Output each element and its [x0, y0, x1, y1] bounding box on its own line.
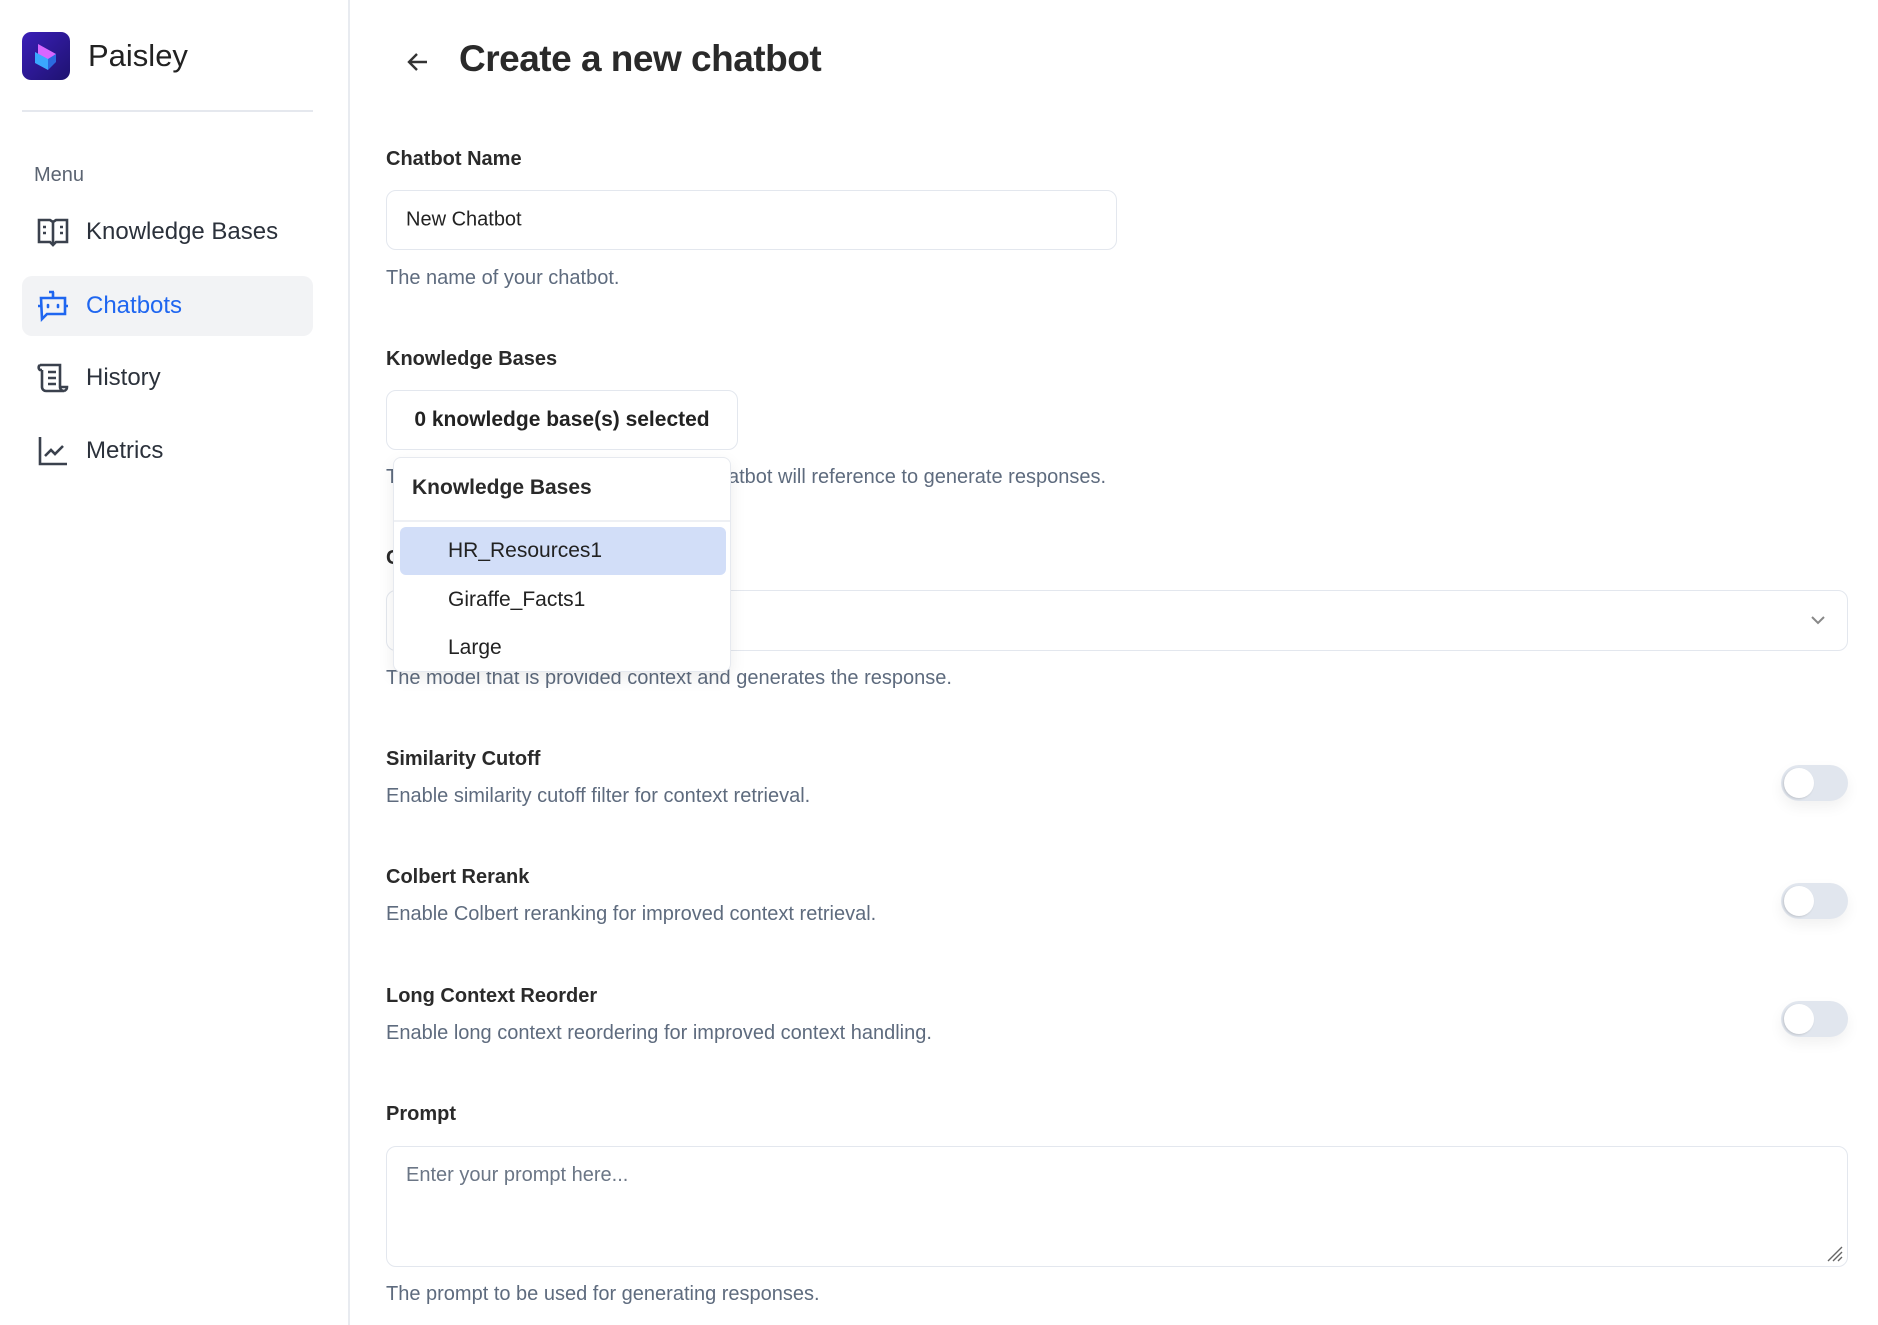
similarity-cutoff-help: Enable similarity cutoff filter for cont… [386, 785, 811, 807]
knowledge-bases-help: atbot will reference to generate respons… [728, 466, 1106, 488]
sidebar: Paisley Menu Knowledge Bases Chatbots Hi… [0, 0, 350, 1325]
sidebar-divider [22, 110, 313, 112]
chatbot-name-input[interactable]: New Chatbot [386, 190, 1117, 250]
scroll-icon [37, 363, 69, 393]
chatbot-name-value: New Chatbot [406, 208, 522, 231]
knowledge-bases-label: Knowledge Bases [386, 348, 558, 370]
sidebar-item-label: Metrics [86, 437, 164, 464]
dropdown-option-giraffe-facts1[interactable]: Giraffe_Facts1 [400, 576, 726, 624]
sidebar-item-history[interactable]: History [22, 348, 313, 408]
book-open-icon [37, 218, 69, 247]
page-title: Create a new chatbot [459, 38, 822, 79]
prompt-label: Prompt [386, 1103, 456, 1125]
sidebar-item-label: Knowledge Bases [86, 218, 279, 245]
paisley-logo [22, 32, 70, 80]
knowledge-bases-dropdown: Knowledge Bases HR_Resources1 Giraffe_Fa… [393, 457, 731, 672]
long-context-reorder-label: Long Context Reorder [386, 985, 598, 1007]
sidebar-item-label: History [86, 364, 161, 391]
app-name: Paisley [88, 38, 188, 73]
dropdown-header: Knowledge Bases [412, 476, 592, 499]
colbert-rerank-help: Enable Colbert reranking for improved co… [386, 903, 877, 925]
sidebar-item-chatbots[interactable]: Chatbots [22, 276, 313, 336]
chevron-down-icon [1811, 616, 1825, 625]
colbert-rerank-label: Colbert Rerank [386, 866, 530, 888]
dropdown-option-hr-resources1[interactable]: HR_Resources1 [400, 527, 726, 575]
sidebar-item-metrics[interactable]: Metrics [22, 421, 313, 481]
long-context-reorder-help: Enable long context reordering for impro… [386, 1022, 932, 1044]
chatbot-name-help: The name of your chatbot. [386, 267, 620, 289]
colbert-rerank-toggle[interactable] [1781, 883, 1848, 919]
sidebar-item-label: Chatbots [86, 292, 183, 319]
bot-icon [38, 290, 68, 322]
similarity-cutoff-label: Similarity Cutoff [386, 748, 541, 770]
toggle-knob [1784, 768, 1814, 798]
toggle-knob [1784, 1004, 1814, 1034]
prompt-help: The prompt to be used for generating res… [386, 1283, 820, 1305]
menu-label: Menu [34, 164, 85, 186]
long-context-reorder-toggle[interactable] [1781, 1001, 1848, 1037]
similarity-cutoff-toggle[interactable] [1781, 765, 1848, 801]
prompt-textarea[interactable]: Enter your prompt here... [386, 1146, 1848, 1267]
prompt-placeholder: Enter your prompt here... [406, 1164, 629, 1186]
sidebar-item-knowledge-bases[interactable]: Knowledge Bases [22, 202, 313, 262]
dropdown-option-large[interactable]: Large [400, 624, 726, 672]
line-chart-icon [38, 437, 67, 466]
chatbot-name-label: Chatbot Name [386, 148, 522, 170]
back-button[interactable] [400, 44, 436, 80]
dropdown-divider [394, 520, 730, 522]
resize-handle-icon[interactable] [1824, 1243, 1844, 1263]
knowledge-bases-select-button[interactable]: 0 knowledge base(s) selected [386, 390, 738, 450]
arrow-left-icon [407, 53, 427, 71]
toggle-knob [1784, 886, 1814, 916]
